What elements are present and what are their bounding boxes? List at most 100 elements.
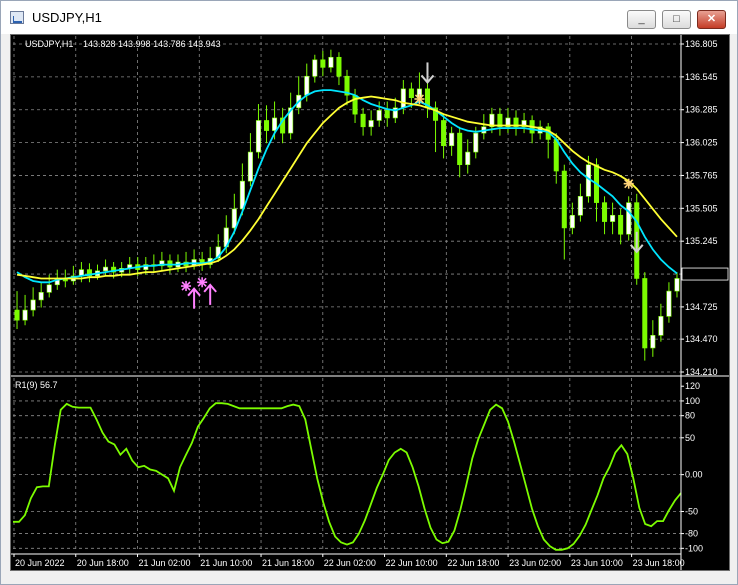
chart-labels: USDJPY,H1 143.828 143.998 143.786 143.94…	[15, 39, 221, 390]
candle-body	[618, 214, 624, 235]
chart-header-ohlc: 143.828 143.998 143.786 143.943	[83, 39, 221, 49]
osc-tick-label: 0.00	[685, 470, 703, 480]
candle-body	[328, 56, 334, 68]
current-price-box	[681, 267, 729, 281]
close-button[interactable]: ✕	[697, 10, 726, 29]
candle-body	[449, 132, 455, 147]
time-tick-label: 22 Jun 18:00	[447, 558, 499, 568]
sell-arrow-marker	[629, 231, 644, 254]
candle-body	[247, 151, 253, 182]
buy-star-marker	[197, 277, 208, 288]
candle-body	[320, 59, 326, 68]
osc-tick-label: 50	[685, 433, 695, 443]
price-tick-label: 136.025	[685, 138, 718, 148]
candle-body	[642, 278, 648, 349]
price-tick-label: 135.765	[685, 170, 718, 180]
title-bar[interactable]: USDJPY,H1 _ □ ✕	[1, 1, 737, 34]
moving-averages	[16, 89, 678, 284]
time-tick-label: 22 Jun 10:00	[386, 558, 438, 568]
candle-body	[360, 113, 366, 128]
osc-tick-label: 80	[685, 411, 695, 421]
candle-body	[577, 196, 583, 216]
osc-tick-label: -50	[685, 506, 698, 516]
candle-body	[255, 120, 261, 153]
minimize-button[interactable]: _	[627, 10, 656, 29]
candle-body	[553, 139, 559, 172]
candle-body	[30, 299, 36, 311]
chart-window: USDJPY,H1 _ □ ✕ 136.805 136.545 136.285 136…	[0, 0, 738, 585]
chart-header-symbol: USDJPY,H1	[25, 39, 73, 49]
time-tick-label: 23 Jun 18:00	[633, 558, 685, 568]
maximize-button[interactable]: □	[662, 10, 691, 29]
chart-area[interactable]: 136.805 136.545 136.285 136.025 135.765 135.5…	[10, 34, 730, 571]
candle-body	[22, 309, 28, 321]
candle-body	[312, 59, 318, 77]
candle-body	[666, 290, 672, 317]
time-tick-label: 23 Jun 02:00	[509, 558, 561, 568]
chart-window-icon	[10, 11, 24, 24]
candle-body	[674, 278, 680, 292]
candle-body	[465, 151, 471, 166]
oscillator-line	[13, 402, 682, 551]
candle-body	[272, 117, 278, 131]
r1-oscillator-line	[13, 402, 682, 551]
candle-body	[46, 284, 52, 293]
time-tick-label: 20 Jun 2022	[15, 558, 65, 568]
candle-body	[336, 56, 342, 77]
price-tick-label: 135.245	[685, 236, 718, 246]
osc-tick-label: 100	[685, 396, 700, 406]
time-tick-label: 23 Jun 10:00	[571, 558, 623, 568]
candle-body	[441, 120, 447, 147]
price-chart[interactable]: 136.805 136.545 136.285 136.025 135.765 135.5…	[11, 35, 729, 570]
candle-body	[602, 202, 608, 222]
buy-star-marker	[181, 281, 192, 292]
candle-body	[14, 309, 20, 321]
sell-arrow-marker	[420, 62, 435, 84]
candle-body	[561, 170, 567, 229]
price-tick-label: 136.545	[685, 72, 718, 82]
window-title: USDJPY,H1	[32, 10, 102, 25]
candle-body	[304, 75, 310, 96]
candle-body	[376, 110, 382, 121]
candle-body	[264, 120, 270, 131]
candle-body	[658, 316, 664, 336]
osc-tick-label: -80	[685, 529, 698, 539]
grid-lines	[13, 36, 681, 552]
candle-body	[650, 335, 656, 349]
axes: 136.805 136.545 136.285 136.025 135.765 135.5…	[11, 35, 729, 570]
sell-star-marker	[623, 178, 634, 189]
price-tick-label: 134.210	[685, 367, 718, 377]
time-tick-label: 21 Jun 18:00	[262, 558, 314, 568]
candle-body	[384, 110, 390, 119]
buy-arrow-marker	[187, 287, 201, 309]
candle-body	[610, 214, 616, 222]
candle-body	[626, 202, 632, 235]
candle-body	[473, 132, 479, 153]
osc-tick-label: -100	[685, 543, 703, 553]
osc-tick-label: 120	[685, 381, 700, 391]
price-tick-label: 134.470	[685, 334, 718, 344]
candle-body	[38, 292, 44, 301]
time-tick-label: 22 Jun 02:00	[324, 558, 376, 568]
slow-moving-average-line	[16, 95, 678, 280]
time-tick-label: 20 Jun 18:00	[77, 558, 129, 568]
candle-body	[103, 266, 109, 272]
buy-arrow-marker	[203, 283, 217, 305]
candle-body	[457, 132, 463, 166]
price-tick-label: 135.505	[685, 203, 718, 213]
candles	[14, 49, 680, 361]
time-tick-label: 21 Jun 02:00	[139, 558, 191, 568]
candle-body	[239, 180, 245, 210]
candle-body	[569, 214, 575, 229]
price-tick-label: 134.725	[685, 302, 718, 312]
price-tick-label: 136.285	[685, 105, 718, 115]
candle-body	[368, 120, 374, 128]
fast-moving-average-line	[16, 89, 678, 284]
indicator-label: R1(9) 56.7	[15, 380, 58, 390]
candle-body	[231, 208, 237, 229]
time-tick-label: 21 Jun 10:00	[200, 558, 252, 568]
candle-body	[400, 88, 406, 109]
sell-star-marker	[414, 93, 425, 104]
price-tick-label: 136.805	[685, 39, 718, 49]
candle-body	[408, 88, 414, 99]
